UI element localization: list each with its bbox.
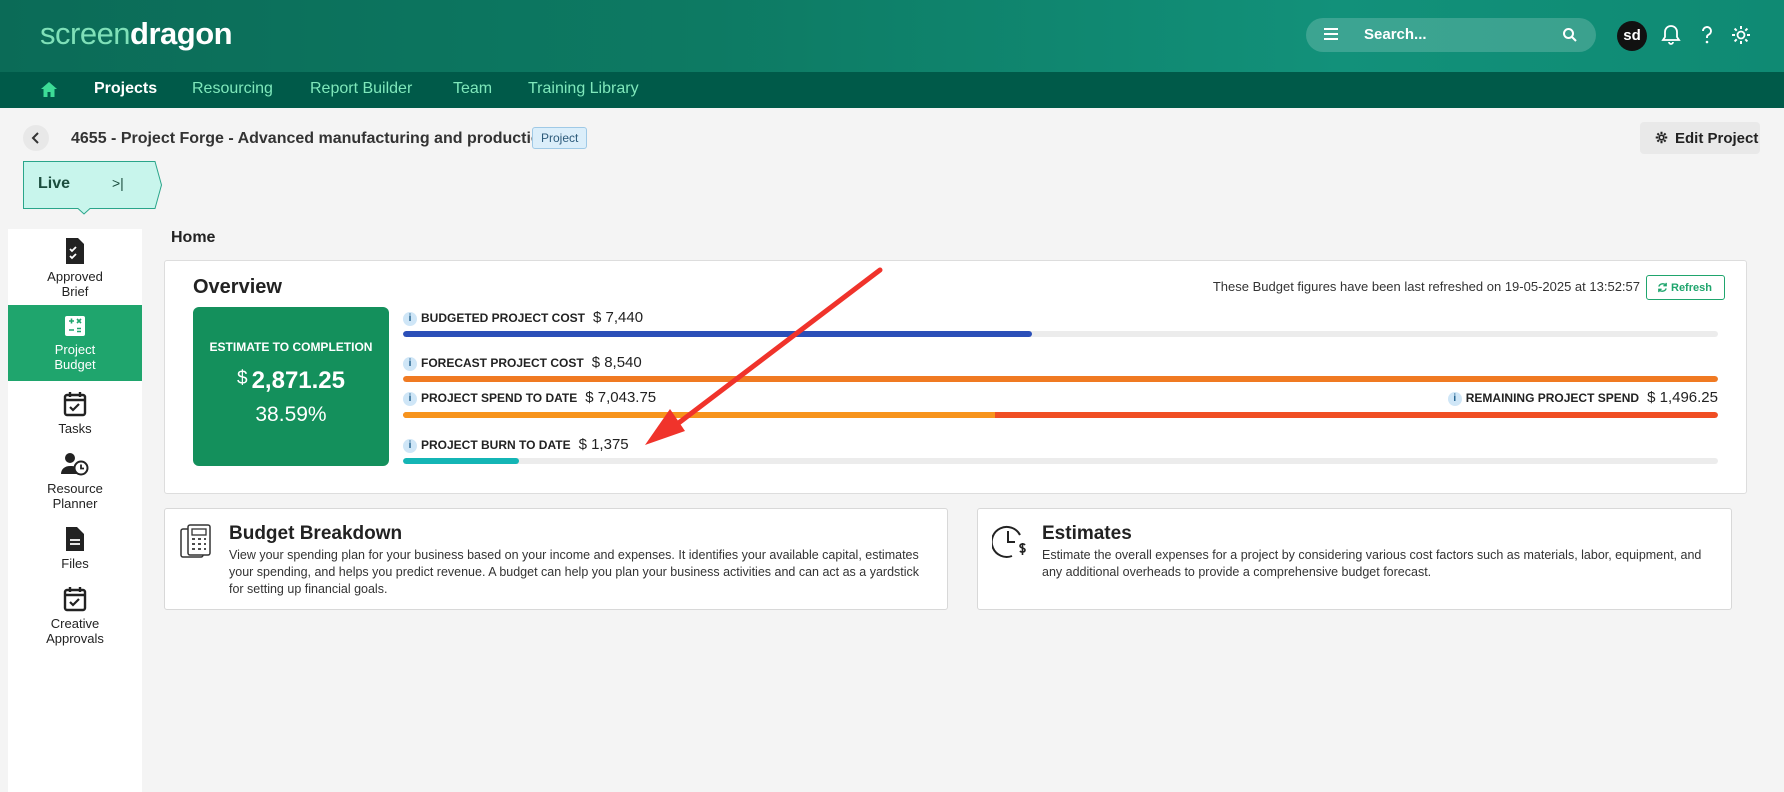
spend-to-date-label: PROJECT SPEND TO DATE <box>421 391 578 405</box>
budget-breakdown-description: View your spending plan for your busines… <box>229 548 920 596</box>
info-icon[interactable]: i <box>403 312 417 326</box>
nav-projects[interactable]: Projects <box>94 80 157 98</box>
sidebar-item-label: Budget <box>54 357 96 372</box>
sidebar-item-label: Planner <box>52 496 98 511</box>
clock-dollar-icon <box>992 525 1026 558</box>
burn-to-date-value: $ 1,375 <box>578 436 629 453</box>
budget-breakdown-card[interactable]: Budget Breakdown View your spending plan… <box>164 508 948 610</box>
etc-currency: $ <box>237 368 248 389</box>
expand-stages-icon[interactable]: >| <box>112 175 124 191</box>
nav-training-library[interactable]: Training Library <box>528 80 639 98</box>
burn-to-date-bar <box>403 458 1718 464</box>
burn-to-date-metric: i PROJECT BURN TO DATE $ 1,375 <box>403 436 629 453</box>
burn-to-date-label: PROJECT BURN TO DATE <box>421 438 571 452</box>
etc-value: 2,871.25 <box>251 367 345 394</box>
section-title: Home <box>171 229 216 246</box>
calendar-check-icon <box>63 392 87 417</box>
status-stage-tag[interactable]: Live >| <box>23 161 163 215</box>
spend-split-bar <box>403 412 1718 418</box>
user-avatar[interactable]: sd <box>1617 21 1647 51</box>
sidebar-item-files[interactable]: Files <box>8 526 142 578</box>
nav-resourcing[interactable]: Resourcing <box>192 80 273 98</box>
sidebar-item-approved-brief[interactable]: Approved Brief <box>8 237 142 305</box>
overview-title: Overview <box>193 276 282 298</box>
remaining-spend-label: REMAINING PROJECT SPEND <box>1465 391 1640 405</box>
refresh-label: Refresh <box>1671 282 1712 294</box>
refresh-button[interactable]: Refresh <box>1646 275 1725 300</box>
file-icon <box>66 527 84 551</box>
estimate-to-completion-box: ESTIMATE TO COMPLETION $2,871.25 38.59% <box>193 307 389 466</box>
spend-to-date-metric: i PROJECT SPEND TO DATE $ 7,043.75 <box>403 389 656 406</box>
sidebar-item-creative-approvals[interactable]: Creative Approvals <box>8 586 142 654</box>
calendar-check-icon <box>63 587 87 612</box>
search-input[interactable]: Search... <box>1364 26 1427 43</box>
refresh-icon <box>1658 282 1667 293</box>
info-icon[interactable]: i <box>403 392 417 406</box>
hamburger-menu-icon[interactable] <box>1324 28 1338 40</box>
sidebar-item-label: Brief <box>61 284 89 299</box>
etc-amount: $2,871.25 <box>193 367 389 395</box>
main-nav: Projects Resourcing Report Builder Team … <box>0 72 1784 108</box>
etc-label: ESTIMATE TO COMPLETION <box>209 340 373 354</box>
user-clock-icon <box>61 453 89 476</box>
sidebar-item-tasks[interactable]: Tasks <box>8 391 142 441</box>
edit-project-label: Edit Project <box>1675 130 1759 147</box>
budgeted-cost-value: $ 7,440 <box>593 309 644 326</box>
status-label: Live <box>38 175 71 192</box>
edit-project-button[interactable]: Edit Project <box>1640 122 1760 154</box>
gear-icon <box>1655 131 1668 144</box>
remaining-spend-metric: i REMAINING PROJECT SPEND $ 1,496.25 <box>1447 389 1718 406</box>
nav-report-builder[interactable]: Report Builder <box>310 80 412 98</box>
settings-icon[interactable] <box>1728 22 1754 48</box>
sidebar-item-label: Resource <box>47 481 103 496</box>
budget-calculator-icon <box>180 524 211 558</box>
sidebar-item-label: Approvals <box>46 631 104 646</box>
search-icon[interactable] <box>1562 27 1578 43</box>
budgeted-cost-label: BUDGETED PROJECT COST <box>421 311 586 325</box>
forecast-cost-bar <box>403 376 1718 382</box>
refresh-timestamp: These Budget figures have been last refr… <box>1212 279 1640 294</box>
document-check-icon <box>66 238 84 264</box>
page-title: 4655 - Project Forge - Advanced manufact… <box>71 130 551 147</box>
sidebar-item-label: Files <box>61 556 89 571</box>
info-icon[interactable]: i <box>403 439 417 453</box>
app-logo[interactable]: screendragon <box>40 16 233 52</box>
spend-to-date-value: $ 7,043.75 <box>585 389 657 406</box>
forecast-cost-value: $ 8,540 <box>591 354 642 371</box>
search-bar[interactable]: Search... <box>1306 18 1596 52</box>
info-icon[interactable]: i <box>1447 392 1462 406</box>
back-button[interactable] <box>23 125 49 151</box>
project-sidebar: Approved Brief Project Budget Tasks Reso… <box>8 229 142 792</box>
sidebar-item-label: Creative <box>50 616 100 631</box>
sidebar-item-resource-planner[interactable]: Resource Planner <box>8 451 142 519</box>
project-badge: Project <box>532 127 588 149</box>
burn-to-date-fill <box>403 458 519 464</box>
estimates-card[interactable]: Estimates Estimate the overall expenses … <box>977 508 1732 610</box>
budget-breakdown-title: Budget Breakdown <box>229 523 403 544</box>
sidebar-item-label: Approved <box>47 269 103 284</box>
estimates-title: Estimates <box>1042 523 1132 544</box>
overview-card: Overview These Budget figures have been … <box>164 260 1747 494</box>
remaining-spend-value: $ 1,496.25 <box>1647 389 1718 406</box>
nav-team[interactable]: Team <box>453 80 492 98</box>
sidebar-item-project-budget[interactable]: Project Budget <box>8 305 142 381</box>
sidebar-item-label: Project <box>54 342 96 357</box>
calculator-icon <box>65 316 85 336</box>
chevron-left-icon <box>31 132 39 144</box>
bell-icon[interactable] <box>1658 22 1684 48</box>
forecast-cost-fill <box>403 376 1718 382</box>
budgeted-cost-metric: i BUDGETED PROJECT COST $ 7,440 <box>403 309 643 326</box>
etc-percent: 38.59% <box>255 403 327 426</box>
home-icon[interactable] <box>40 81 58 98</box>
sidebar-item-label: Tasks <box>58 421 92 436</box>
top-bar: screendragon Search... sd <box>0 0 1784 72</box>
info-icon[interactable]: i <box>403 357 417 371</box>
spend-to-date-fill <box>403 412 995 418</box>
budgeted-cost-fill <box>403 331 1032 337</box>
budgeted-cost-bar <box>403 331 1718 337</box>
forecast-cost-metric: i FORECAST PROJECT COST $ 8,540 <box>403 354 642 371</box>
help-icon[interactable] <box>1694 22 1720 48</box>
estimates-description: Estimate the overall expenses for a proj… <box>1042 548 1702 579</box>
forecast-cost-label: FORECAST PROJECT COST <box>421 356 584 370</box>
